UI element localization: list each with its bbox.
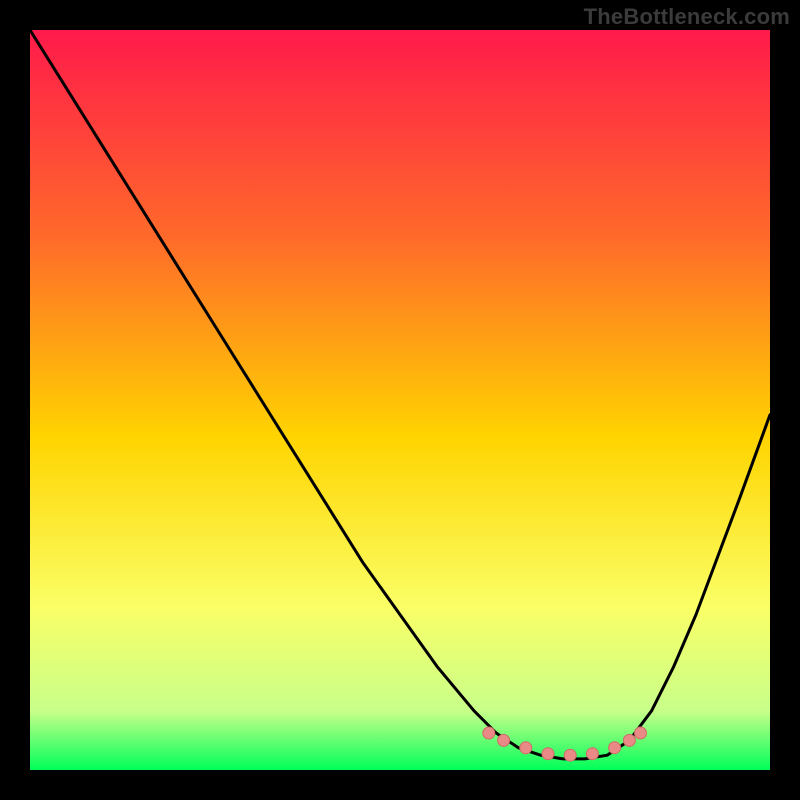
bottleneck-chart: [0, 0, 800, 800]
curve-marker: [542, 748, 554, 760]
curve-marker: [623, 734, 635, 746]
curve-marker: [498, 734, 510, 746]
curve-marker: [564, 749, 576, 761]
plot-background: [30, 30, 770, 770]
curve-marker: [483, 727, 495, 739]
curve-marker: [586, 748, 598, 760]
curve-marker: [609, 742, 621, 754]
curve-marker: [520, 742, 532, 754]
chart-frame: { "watermark": "TheBottleneck.com", "col…: [0, 0, 800, 800]
watermark-text: TheBottleneck.com: [584, 4, 790, 30]
curve-marker: [635, 727, 647, 739]
